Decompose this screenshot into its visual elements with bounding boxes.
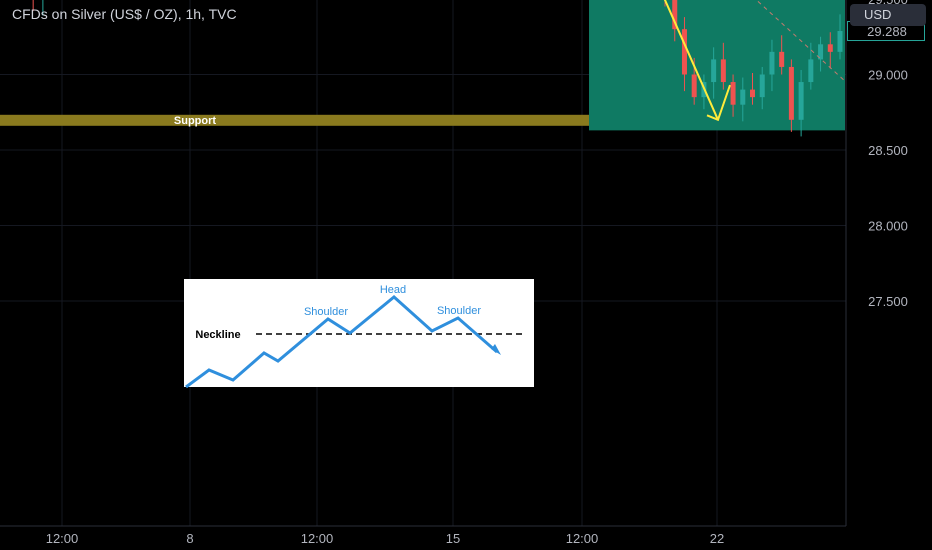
- candle: [759, 74, 765, 98]
- chart-title: CFDs on Silver (US$ / OZ), 1h, TVC: [12, 6, 237, 22]
- time-tick-label: 22: [710, 531, 724, 546]
- candle: [750, 89, 756, 98]
- candle: [711, 59, 717, 83]
- pattern-inset: Neckline Shoulder Head Shoulder: [184, 279, 534, 389]
- candle: [691, 74, 697, 98]
- inset-neckline-label: Neckline: [195, 329, 240, 341]
- chart-app: Support Shoulder Head Shoulder Neckline Sho…: [0, 0, 932, 550]
- candle: [681, 29, 687, 75]
- candle: [837, 31, 843, 52]
- candle: [730, 82, 736, 105]
- candle: [779, 51, 785, 67]
- time-tick-label: 12:00: [566, 531, 599, 546]
- price-chart[interactable]: Support Shoulder Head Shoulder Neckline Sho…: [0, 0, 932, 550]
- inset-head-label: Head: [380, 284, 406, 296]
- time-tick-label: 8: [186, 531, 193, 546]
- inset-shoulder-right-label: Shoulder: [437, 305, 481, 317]
- candle: [788, 66, 794, 120]
- candle: [808, 59, 814, 83]
- candle: [740, 89, 746, 105]
- price-tick-label: 28.000: [868, 219, 908, 234]
- currency-button[interactable]: USD: [850, 4, 926, 26]
- price-tick-label: 28.500: [868, 143, 908, 158]
- last-price-tag-label: 29.288: [867, 24, 907, 39]
- take-profit-zone: [589, 0, 845, 131]
- time-tick-label: 12:00: [301, 531, 334, 546]
- support-label: Support: [174, 115, 216, 127]
- candle: [769, 51, 775, 75]
- candle: [720, 59, 726, 83]
- time-tick-label: 15: [446, 531, 460, 546]
- price-tick-label: 29.000: [868, 68, 908, 83]
- support-band: [0, 114, 589, 126]
- price-axis-bg: [846, 0, 932, 550]
- time-tick-label: 12:00: [46, 531, 79, 546]
- price-tick-label: 27.500: [868, 294, 908, 309]
- candle: [798, 82, 804, 120]
- candle: [827, 44, 833, 52]
- inset-shoulder-left-label: Shoulder: [304, 306, 348, 318]
